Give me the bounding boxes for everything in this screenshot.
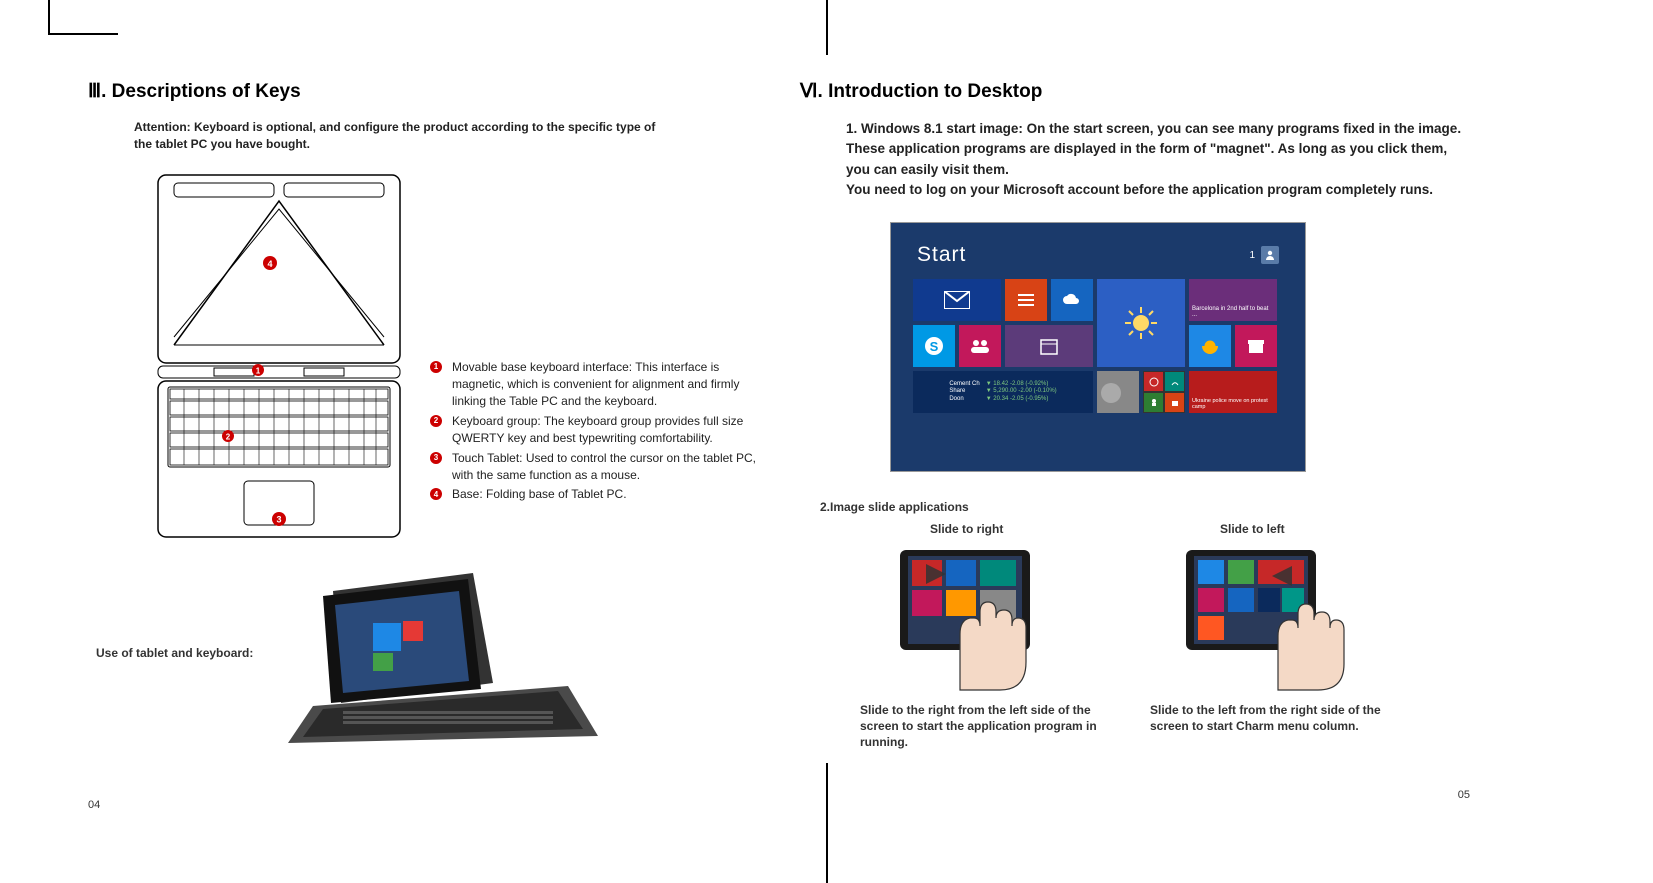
usage-row: Use of tablet and keyboard:: [96, 561, 758, 746]
svg-text:S: S: [930, 339, 939, 354]
legend-4: Base: Folding base of Tablet PC.: [452, 486, 627, 503]
slide-row: Slide to right: [890, 522, 1470, 751]
slide-right-caption: Slide to the right from the left side of…: [860, 702, 1110, 751]
slide-left-caption: Slide to the left from the right side of…: [1150, 702, 1400, 734]
bullet-1: 1: [430, 361, 442, 373]
slide-left-col: Slide to left: [1180, 522, 1400, 751]
page-divider-bottom: [826, 763, 828, 883]
user-number: 1: [1249, 250, 1255, 261]
tile-skype: S: [913, 325, 955, 367]
tile-sports: Barcelona in 2nd half to beat ...: [1189, 279, 1277, 321]
bullet-2: 2: [430, 415, 442, 427]
page-left: Ⅲ. Descriptions of Keys Attention: Keybo…: [88, 80, 758, 746]
svg-text:4: 4: [267, 259, 272, 269]
tile-people: [959, 325, 1001, 367]
diagram-row: 4 1: [154, 171, 758, 541]
subsection-2-title: 2.Image slide applications: [820, 500, 1470, 514]
intro-para1: 1. Windows 8.1 start image: On the start…: [846, 121, 1461, 177]
heading-keys: Ⅲ. Descriptions of Keys: [88, 80, 758, 103]
bullet-4: 4: [430, 488, 442, 500]
page-number-right: 05: [1458, 789, 1470, 801]
slide-left-title: Slide to left: [1220, 522, 1400, 536]
page-divider-top: [826, 0, 828, 55]
page-number-left: 04: [88, 799, 100, 811]
bullet-3: 3: [430, 452, 442, 464]
legend-3: Touch Tablet: Used to control the cursor…: [452, 450, 758, 485]
tile-weather: [1097, 279, 1185, 367]
tile-cloud: [1051, 279, 1093, 321]
diagram-legend: 1 Movable base keyboard interface: This i…: [430, 359, 758, 506]
slide-right-title: Slide to right: [930, 522, 1110, 536]
tile-mail: [913, 279, 1001, 321]
svg-text:3: 3: [276, 514, 281, 524]
legend-1: Movable base keyboard interface: This in…: [452, 359, 758, 411]
tile-photo1: [1097, 371, 1139, 413]
intro-para2: You need to log on your Microsoft accoun…: [846, 182, 1433, 197]
user-avatar-icon: [1261, 246, 1279, 264]
user-badge: 1: [1249, 246, 1279, 264]
tile-lines: [1005, 279, 1047, 321]
keyboard-diagram: 4 1: [154, 171, 404, 541]
tile-news: Ukraine police move on protest camp: [1189, 371, 1277, 413]
heading-desktop: Ⅵ. Introduction to Desktop: [800, 80, 1470, 103]
legend-2: Keyboard group: The keyboard group provi…: [452, 413, 758, 448]
crop-mark-top-left: [48, 0, 118, 35]
tablet-keyboard-photo: [273, 561, 603, 746]
attention-note: Attention: Keyboard is optional, and con…: [134, 119, 664, 153]
svg-text:2: 2: [226, 432, 231, 441]
slide-right-col: Slide to right: [890, 522, 1110, 751]
intro-text: 1. Windows 8.1 start image: On the start…: [846, 119, 1470, 200]
tile-smalls: [1143, 371, 1185, 413]
usage-label: Use of tablet and keyboard:: [96, 646, 253, 660]
tile-finance: Cement ChShareDoon ▼ 18.42 -2.08 (-0.92%…: [913, 371, 1093, 413]
tile-calendar: [1005, 325, 1093, 367]
tile-grid: S Cement ChShareDoon ▼ 18.42 -2.08 (-0.9…: [891, 279, 1305, 413]
tile-ie: [1189, 325, 1231, 367]
tile-store: [1235, 325, 1277, 367]
start-screen: Start 1 S: [890, 222, 1306, 472]
svg-text:1: 1: [256, 366, 261, 375]
slide-right-illustration: [890, 542, 1070, 692]
slide-left-illustration: [1180, 542, 1360, 692]
start-title: Start: [917, 243, 966, 267]
page-right: Ⅵ. Introduction to Desktop 1. Windows 8.…: [800, 80, 1470, 751]
